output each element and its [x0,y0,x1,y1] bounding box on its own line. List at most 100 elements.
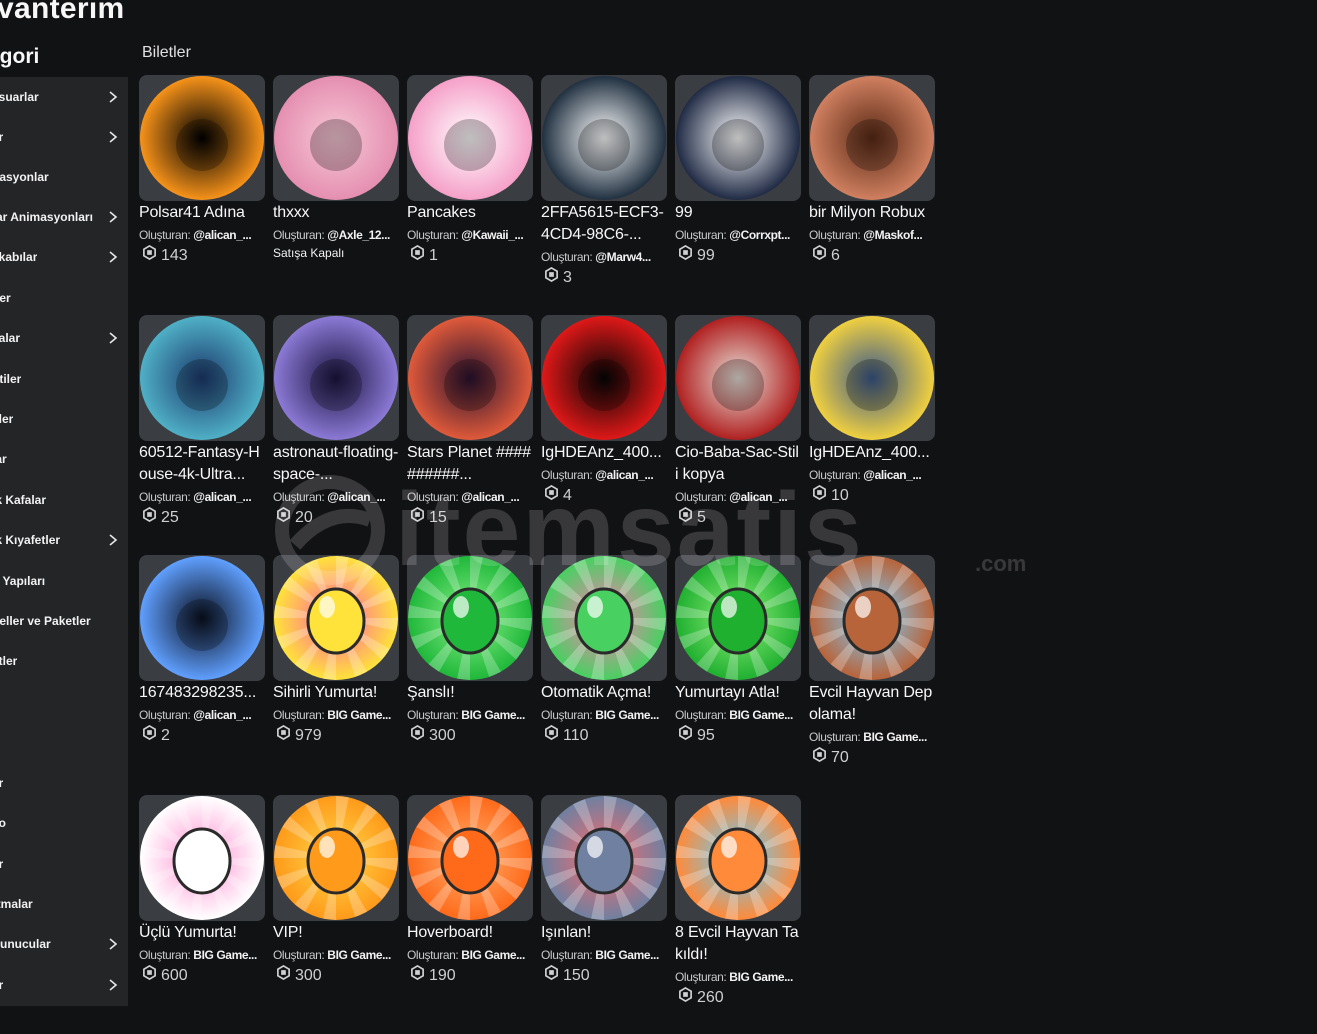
item-name[interactable]: Evcil Hayvan Depolama! [809,682,935,726]
sidebar-item[interactable]: er [0,844,128,884]
sidebar-item[interactable]: kkabılar [0,237,128,277]
item-card[interactable]: IgHDEAnz_400... Oluşturan: @alican_... 10 [809,315,935,507]
sidebar-item[interactable]: der [0,278,128,318]
item-name[interactable]: Hoverboard! [407,922,533,944]
creator-name[interactable]: BIG Game... [461,948,525,962]
pink-collage-image[interactable] [273,75,399,201]
creator-name[interactable]: @alican_... [327,490,385,504]
item-card[interactable]: Sihirli Yumurta! Oluşturan: BIG Game... 97… [273,555,399,747]
sidebar-item[interactable]: esuarlar [0,77,128,117]
creator-name[interactable]: BIG Game... [863,730,927,744]
creator-name[interactable]: BIG Game... [729,708,793,722]
creator-name[interactable]: BIG Game... [729,970,793,984]
stars-planet-image[interactable] [407,315,533,441]
item-name[interactable]: thxxx [273,202,399,224]
item-name[interactable]: Yumurtayı Atla! [675,682,801,704]
sidebar-item[interactable]: eler [0,399,128,439]
hoverboard-icon[interactable] [407,795,533,921]
creator-name[interactable]: @alican_... [461,490,519,504]
item-name[interactable]: 99 [675,202,801,224]
sidebar-item[interactable]: ik Kafalar [0,480,128,520]
corgi-pet-icon[interactable] [675,795,801,921]
sidebar-item[interactable]: yalar [0,318,128,358]
sidebar-item[interactable]: nasyonlar [0,157,128,197]
item-card[interactable]: Otomatik Açma! Oluşturan: BIG Game... 110 [541,555,667,747]
clover-icon[interactable] [407,555,533,681]
skip-icon[interactable] [675,555,801,681]
roblox-avatar-image[interactable] [675,75,801,201]
item-card[interactable]: thxxx Oluşturan: @Axle_12... Satışa Kapalı [273,75,399,260]
item-card[interactable]: 8 Evcil Hayvan Takıldı! Oluşturan: BIG Ga… [675,795,801,1009]
creator-name[interactable]: BIG Game... [327,708,391,722]
fantasy-house-image[interactable] [139,315,265,441]
sidebar-item[interactable]: Sunucular [0,924,128,964]
item-card[interactable]: 60512-Fantasy-House-4k-Ultra... Oluşturan… [139,315,265,529]
item-card[interactable]: Polsar41 Adına Oluşturan: @alican_... 143 [139,75,265,267]
item-card[interactable]: Üçlü Yumurta! Oluşturan: BIG Game... 600 [139,795,265,987]
tantana-shopy-logo[interactable] [139,75,265,201]
item-card[interactable]: IgHDEAnz_400... Oluşturan: @alican_... 4 [541,315,667,507]
magic-egg-icon[interactable] [273,555,399,681]
sidebar-item[interactable]: h Yapıları [0,561,128,601]
sidebar-item[interactable]: rtmalar [0,884,128,924]
item-card[interactable]: VIP! Oluşturan: BIG Game... 300 [273,795,399,987]
creator-name[interactable]: @alican_... [863,468,921,482]
pancakes-image[interactable] [407,75,533,201]
creator-name[interactable]: @Corrxpt... [729,228,790,242]
creator-name[interactable]: BIG Game... [461,708,525,722]
auto-open-egg-icon[interactable] [541,555,667,681]
item-card[interactable]: astronaut-floating-space-... Oluşturan: @… [273,315,399,529]
sidebar-item[interactable]: er [0,965,128,1005]
item-name[interactable]: Otomatik Açma! [541,682,667,704]
creator-name[interactable]: @alican_... [193,490,251,504]
item-name[interactable]: Şanslı! [407,682,533,704]
creator-name[interactable]: BIG Game... [327,948,391,962]
item-name[interactable]: 60512-Fantasy-House-4k-Ultra... [139,442,265,486]
sidebar-item[interactable]: lar [0,439,128,479]
santa-pixel-image[interactable] [541,315,667,441]
creator-name[interactable]: @Maskof... [863,228,922,242]
creator-name[interactable]: @alican_... [595,468,653,482]
creator-name[interactable]: @Kawaii_... [461,228,523,242]
vip-crown-icon[interactable] [273,795,399,921]
teleport-joystick-icon[interactable] [541,795,667,921]
triple-egg-icon[interactable] [139,795,265,921]
item-card[interactable]: Pancakes Oluşturan: @Kawaii_... 1 [407,75,533,267]
item-name[interactable]: 167483298235... [139,682,265,704]
item-card[interactable]: Evcil Hayvan Depolama! Oluşturan: BIG Gam… [809,555,935,769]
sidebar-item[interactable]: ntiler [0,359,128,399]
sidebar-item[interactable]: tar Animasyonları [0,197,128,237]
sidebar-item[interactable]: deller ve Paketler [0,601,128,641]
item-name[interactable]: IgHDEAnz_400... [809,442,935,464]
backpack-icon[interactable] [809,555,935,681]
item-name[interactable]: Sihirli Yumurta! [273,682,399,704]
item-card[interactable]: 167483298235... Oluşturan: @alican_... 2 [139,555,265,747]
item-name[interactable]: 2FFA5615-ECF3-4CD4-98C6-... [541,202,667,246]
creator-name[interactable]: @Marw4... [595,250,651,264]
item-card[interactable]: Işınlan! Oluşturan: BIG Game... 150 [541,795,667,987]
creator-name[interactable]: @alican_... [193,228,251,242]
anime-character-image[interactable] [541,75,667,201]
item-name[interactable]: bir Milyon Robux [809,202,935,224]
sidebar-item[interactable]: eo [0,803,128,843]
creator-name[interactable]: @alican_... [193,708,251,722]
item-name[interactable]: IgHDEAnz_400... [541,442,667,464]
item-name[interactable]: Üçlü Yumurta! [139,922,265,944]
item-name[interactable]: Stars Planet ##########... [407,442,533,486]
item-name[interactable]: Işınlan! [541,922,667,944]
item-card[interactable]: Yumurtayı Atla! Oluşturan: BIG Game... 95 [675,555,801,747]
item-name[interactable]: 8 Evcil Hayvan Takıldı! [675,922,801,966]
item-card[interactable]: 2FFA5615-ECF3-4CD4-98C6-... Oluşturan: @M… [541,75,667,289]
keyboard-image[interactable] [139,555,265,681]
item-name[interactable]: Pancakes [407,202,533,224]
sidebar-item[interactable]: etler [0,641,128,681]
creator-name[interactable]: BIG Game... [595,708,659,722]
item-card[interactable]: Cio-Baba-Sac-Stili kopya Oluşturan: @alic… [675,315,801,529]
item-card[interactable]: Stars Planet ##########... Oluşturan: @al… [407,315,533,529]
item-name[interactable]: VIP! [273,922,399,944]
astronaut-image[interactable] [273,315,399,441]
item-name[interactable]: Cio-Baba-Sac-Stili kopya [675,442,801,486]
sidebar-item[interactable]: ar [0,117,128,157]
item-card[interactable]: bir Milyon Robux Oluşturan: @Maskof... 6 [809,75,935,267]
creator-name[interactable]: BIG Game... [193,948,257,962]
